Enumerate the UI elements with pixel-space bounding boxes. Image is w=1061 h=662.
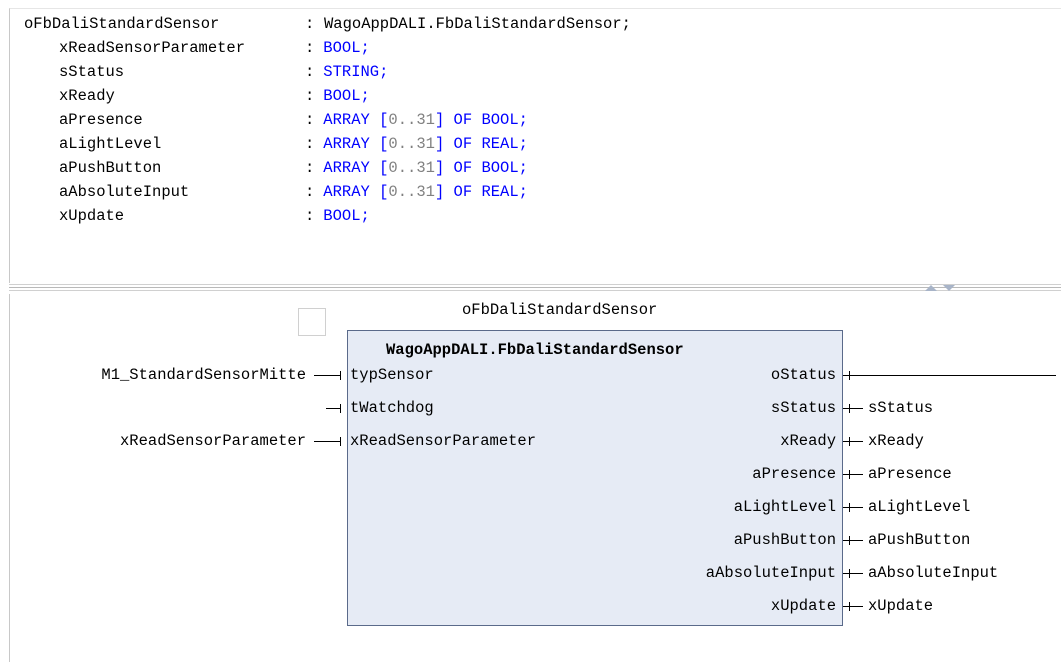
fb-input-pin: tWatchdog bbox=[350, 399, 434, 417]
declaration-editor[interactable]: oFbDaliStandardSensor : WagoAppDALI.FbDa… bbox=[9, 8, 1061, 283]
fb-output-pin: sStatus bbox=[770, 399, 837, 417]
variable-type: BOOL; bbox=[314, 204, 370, 228]
output-wire bbox=[843, 606, 863, 607]
variable-type: ARRAY [0..31] OF REAL; bbox=[314, 180, 528, 204]
variable-type: BOOL; bbox=[314, 36, 370, 60]
variable-type: ARRAY [0..31] OF BOOL; bbox=[314, 108, 528, 132]
fb-output-pin: oStatus bbox=[770, 366, 837, 384]
fb-input-pin: xReadSensorParameter bbox=[350, 432, 537, 450]
type-keyword: ] OF BOOL; bbox=[434, 111, 528, 129]
declaration-separator: : bbox=[305, 183, 315, 201]
instance-declaration-type: WagoAppDALI.FbDaliStandardSensor; bbox=[324, 15, 631, 33]
declaration-separator: : bbox=[305, 87, 315, 105]
output-wire bbox=[843, 408, 863, 409]
variable-name: xReadSensorParameter bbox=[59, 39, 246, 57]
type-keyword: ] OF BOOL; bbox=[434, 159, 528, 177]
collapse-down-icon[interactable] bbox=[943, 285, 955, 291]
fb-block-type: WagoAppDALI.FbDaliStandardSensor bbox=[386, 341, 684, 359]
type-keyword: BOOL; bbox=[314, 87, 370, 105]
type-keyword: STRING; bbox=[314, 63, 389, 81]
variable-name: xReady bbox=[59, 87, 115, 105]
fb-output-pin: xReady bbox=[780, 432, 836, 450]
declaration-separator: : bbox=[305, 39, 315, 57]
fb-output-pin: aLightLevel bbox=[733, 498, 837, 516]
instance-declaration-name: oFbDaliStandardSensor bbox=[24, 15, 220, 33]
fb-output-pin: aPushButton bbox=[733, 531, 837, 549]
output-wire bbox=[843, 573, 863, 574]
output-wire bbox=[843, 474, 863, 475]
declaration-header: oFbDaliStandardSensor : WagoAppDALI.FbDa… bbox=[24, 12, 631, 36]
type-keyword: ARRAY [ bbox=[314, 135, 389, 153]
type-keyword: ARRAY [ bbox=[314, 159, 389, 177]
twatchdog-input-field[interactable] bbox=[298, 308, 326, 336]
output-variable[interactable]: sStatus bbox=[868, 398, 933, 418]
fb-output-pin: aAbsoluteInput bbox=[705, 564, 837, 582]
input-variable[interactable]: M1_StandardSensorMitte bbox=[101, 365, 306, 385]
declaration-separator: : bbox=[305, 63, 315, 81]
variable-name: aPresence bbox=[59, 111, 143, 129]
output-variable[interactable]: xUpdate bbox=[868, 596, 933, 616]
array-range: 0..31 bbox=[388, 183, 435, 201]
variable-name: aPushButton bbox=[59, 159, 162, 177]
type-keyword: ARRAY [ bbox=[314, 183, 389, 201]
output-wire bbox=[843, 375, 1056, 376]
output-variable[interactable]: aAbsoluteInput bbox=[868, 563, 998, 583]
variable-name: aLightLevel bbox=[59, 135, 162, 153]
output-wire bbox=[843, 540, 863, 541]
type-keyword: BOOL; bbox=[314, 39, 370, 57]
input-wire bbox=[314, 375, 341, 376]
declaration-separator: : bbox=[305, 111, 315, 129]
fb-instance-name[interactable]: oFbDaliStandardSensor bbox=[462, 300, 657, 320]
output-wire bbox=[843, 441, 863, 442]
fb-input-pin: typSensor bbox=[350, 366, 434, 384]
variable-type: STRING; bbox=[314, 60, 388, 84]
declaration-separator: : bbox=[305, 207, 315, 225]
fb-output-pin: aPresence bbox=[752, 465, 837, 483]
declaration-separator: : bbox=[305, 135, 315, 153]
type-keyword: BOOL; bbox=[314, 207, 370, 225]
type-keyword: ] OF REAL; bbox=[434, 183, 528, 201]
declaration-separator: : bbox=[305, 15, 315, 33]
variable-type: ARRAY [0..31] OF REAL; bbox=[314, 132, 528, 156]
variable-type: ARRAY [0..31] OF BOOL; bbox=[314, 156, 528, 180]
fb-output-pin: xUpdate bbox=[770, 597, 837, 615]
array-range: 0..31 bbox=[388, 159, 435, 177]
input-wire bbox=[314, 441, 341, 442]
type-keyword: ARRAY [ bbox=[314, 111, 389, 129]
output-variable[interactable]: aLightLevel bbox=[868, 497, 970, 517]
output-variable[interactable]: aPushButton bbox=[868, 530, 970, 550]
array-range: 0..31 bbox=[388, 135, 435, 153]
editor-splitter[interactable] bbox=[9, 284, 1061, 294]
input-wire bbox=[326, 408, 341, 409]
array-range: 0..31 bbox=[388, 111, 435, 129]
variable-name: aAbsoluteInput bbox=[59, 183, 190, 201]
type-keyword: ] OF REAL; bbox=[434, 135, 528, 153]
output-wire bbox=[843, 507, 863, 508]
collapse-up-icon[interactable] bbox=[925, 285, 937, 291]
output-variable[interactable]: aPresence bbox=[868, 464, 952, 484]
declaration-separator: : bbox=[305, 159, 315, 177]
variable-name: sStatus bbox=[59, 63, 125, 81]
input-variable[interactable]: xReadSensorParameter bbox=[120, 431, 306, 451]
output-variable[interactable]: xReady bbox=[868, 431, 924, 451]
variable-name: xUpdate bbox=[59, 207, 125, 225]
variable-type: BOOL; bbox=[314, 84, 370, 108]
